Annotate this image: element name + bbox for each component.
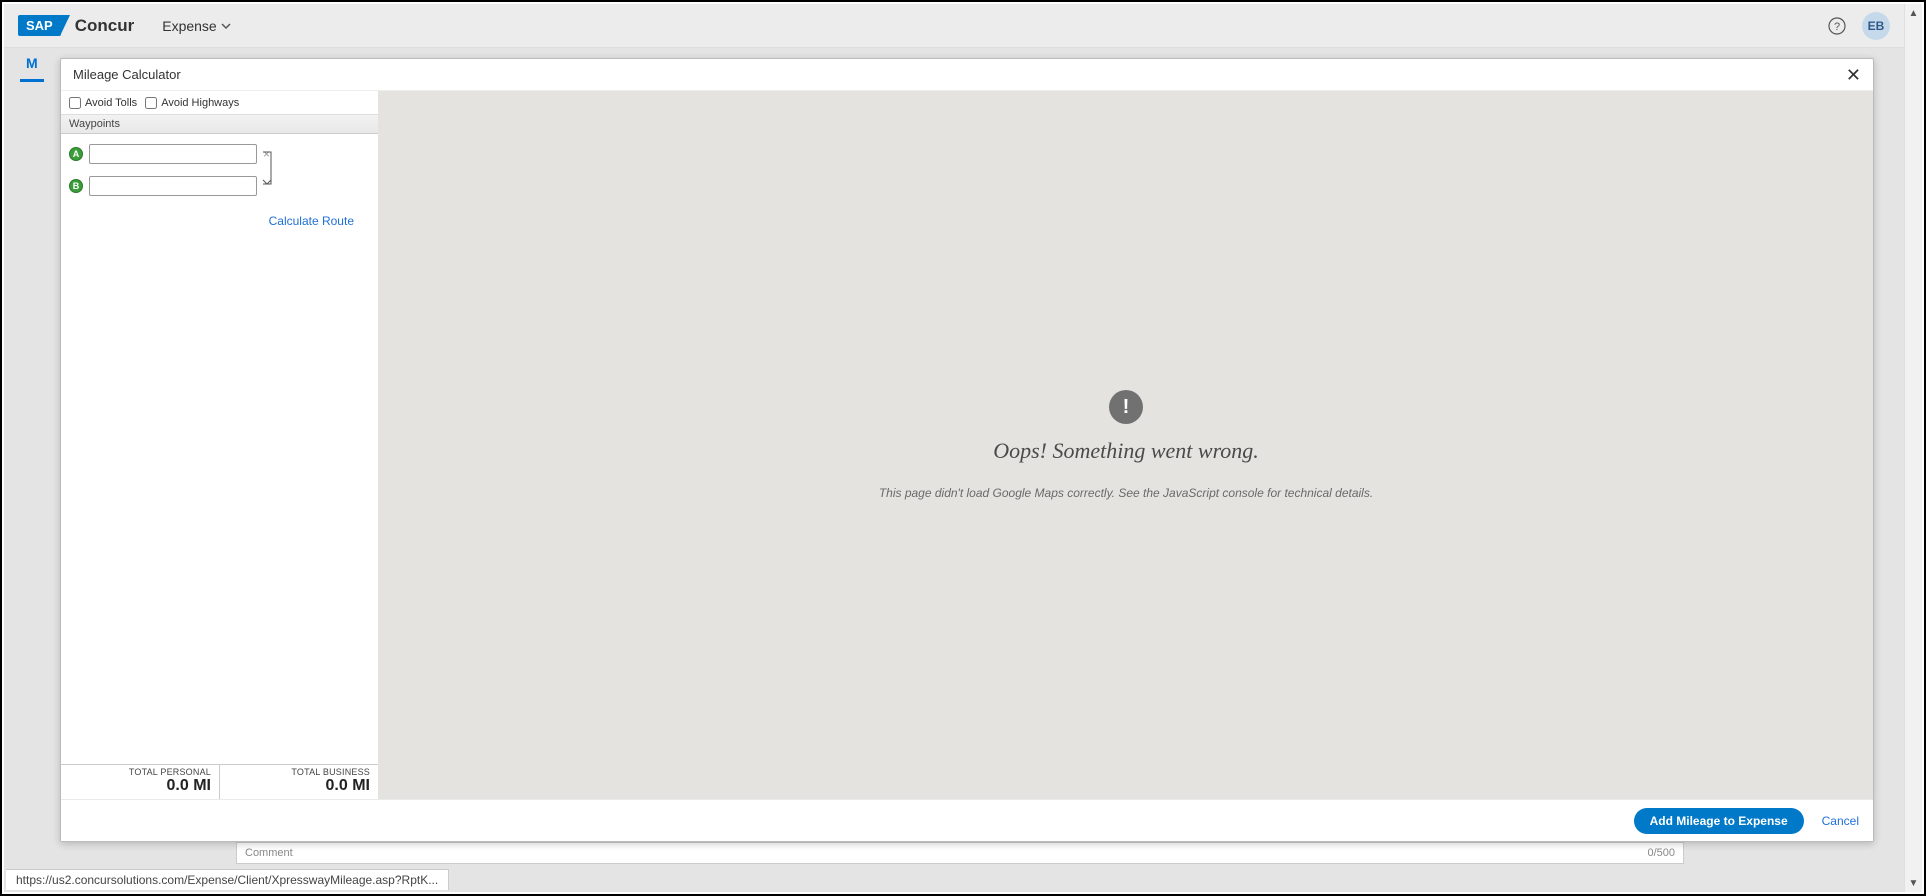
status-bar-url: https://us2.concursolutions.com/Expense/… [6,869,449,890]
waypoint-a-marker-icon: A [69,147,83,161]
map-error-title: Oops! Something went wrong. [993,438,1259,464]
totals-row: TOTAL PERSONAL 0.0 MI TOTAL BUSINESS 0.0… [61,764,378,799]
mileage-calculator-modal: Mileage Calculator ✕ Avoid Tolls Avoid H… [60,58,1874,842]
waypoint-b-input[interactable] [89,176,257,196]
total-personal: TOTAL PERSONAL 0.0 MI [61,765,220,799]
total-business-label: TOTAL BUSINESS [220,767,370,777]
avoid-options-row: Avoid Tolls Avoid Highways [61,91,378,115]
add-mileage-button[interactable]: Add Mileage to Expense [1634,808,1804,834]
modal-title: Mileage Calculator [73,67,181,82]
left-panel: Avoid Tolls Avoid Highways Waypoints A × [61,91,379,799]
calculate-route-link[interactable]: Calculate Route [269,214,354,228]
cancel-button[interactable]: Cancel [1822,814,1859,828]
error-icon: ! [1109,390,1143,424]
close-icon[interactable]: ✕ [1846,66,1861,84]
map-error-subtitle: This page didn't load Google Maps correc… [879,486,1373,500]
modal-header: Mileage Calculator ✕ [61,59,1873,91]
calculate-route-row: Calculate Route [69,208,370,230]
total-business-value: 0.0 MI [220,777,370,795]
chevron-down-icon [221,18,231,34]
map-panel: ! Oops! Something went wrong. This page … [379,91,1873,799]
waypoint-b-row: B [69,176,370,196]
sap-badge: SAP [18,15,61,36]
waypoint-a-input[interactable] [89,144,257,164]
swap-waypoints-icon[interactable] [261,148,279,188]
concur-text: Concur [75,16,135,36]
scroll-down-arrow-icon[interactable]: ▼ [1905,874,1922,892]
comment-label: Comment [245,847,293,859]
header-right: ? EB [1828,12,1890,40]
help-icon[interactable]: ? [1828,17,1846,35]
modal-body: Avoid Tolls Avoid Highways Waypoints A × [61,91,1873,799]
waypoint-a-row: A × [69,144,370,164]
waypoints-header: Waypoints [61,115,378,134]
avoid-highways-label[interactable]: Avoid Highways [145,97,239,109]
tab-active[interactable]: M [20,47,44,82]
user-avatar[interactable]: EB [1862,12,1890,40]
avoid-tolls-label[interactable]: Avoid Tolls [69,97,137,109]
page-background: SAP Concur Expense ? EB M Comment 0/500 … [4,4,1904,892]
total-personal-label: TOTAL PERSONAL [61,767,211,777]
svg-text:?: ? [1834,21,1840,33]
scroll-track[interactable] [1905,22,1922,874]
avoid-highways-text: Avoid Highways [161,97,239,109]
total-personal-value: 0.0 MI [61,777,211,795]
nav-expense-dropdown[interactable]: Expense [162,18,230,34]
browser-scrollbar[interactable]: ▲ ▼ [1904,4,1922,892]
waypoint-b-marker-icon: B [69,179,83,193]
waypoints-list: A × B [61,134,378,230]
comment-field-row: Comment 0/500 [236,842,1684,864]
brand-logo[interactable]: SAP Concur [18,15,134,36]
total-business: TOTAL BUSINESS 0.0 MI [220,765,378,799]
nav-expense-label: Expense [162,18,216,34]
avoid-highways-checkbox[interactable] [145,97,157,109]
avoid-tolls-checkbox[interactable] [69,97,81,109]
modal-footer: Add Mileage to Expense Cancel [61,799,1873,841]
scroll-up-arrow-icon[interactable]: ▲ [1905,4,1922,22]
avoid-tolls-text: Avoid Tolls [85,97,137,109]
app-header: SAP Concur Expense ? EB [4,4,1904,48]
comment-char-count: 0/500 [1647,847,1675,859]
